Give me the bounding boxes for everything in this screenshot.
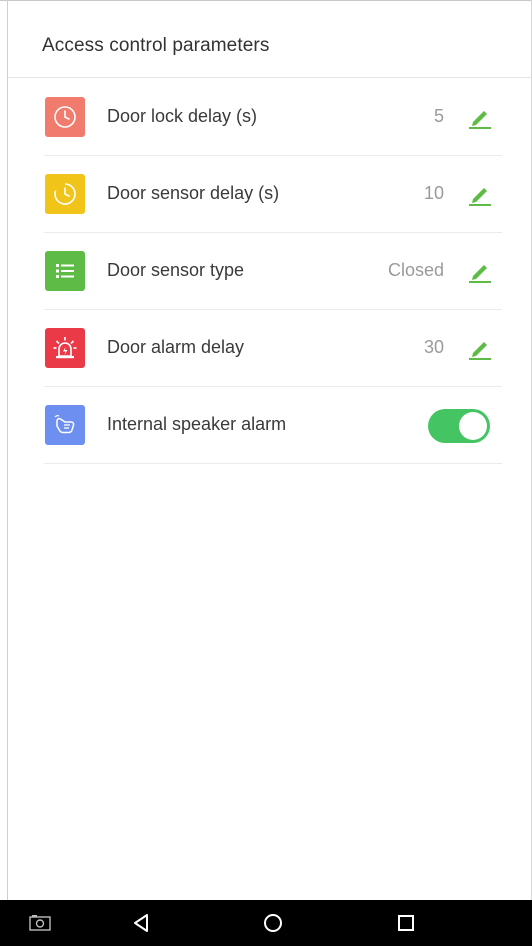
setting-label: Internal speaker alarm	[107, 414, 287, 434]
setting-row-door-sensor-delay[interactable]: Door sensor delay (s) 10	[44, 156, 502, 233]
setting-row-door-sensor-type[interactable]: Door sensor type Closed	[44, 233, 502, 310]
back-icon[interactable]	[111, 900, 171, 946]
setting-label: Door alarm delay	[107, 337, 245, 357]
home-icon[interactable]	[243, 900, 303, 946]
edit-pencil-icon[interactable]	[466, 103, 494, 131]
system-navigation-bar	[0, 900, 532, 946]
clock-icon	[45, 174, 85, 214]
setting-value: 5	[433, 106, 444, 126]
setting-row-door-alarm-delay[interactable]: Door alarm delay 30	[44, 310, 502, 387]
screenshot-icon[interactable]	[10, 900, 70, 946]
setting-label: Door lock delay (s)	[107, 106, 258, 126]
toggle-knob	[459, 412, 487, 440]
page-title: Access control parameters	[42, 35, 270, 56]
setting-value: Closed	[387, 260, 444, 280]
hand-icon	[45, 405, 85, 445]
recents-icon[interactable]	[376, 900, 436, 946]
setting-value: 10	[423, 183, 444, 203]
speaker-alarm-toggle[interactable]	[428, 409, 490, 443]
clock-icon	[45, 97, 85, 137]
screen: Access control parameters Door lock dela…	[0, 0, 532, 946]
edit-pencil-icon[interactable]	[466, 257, 494, 285]
header: Access control parameters	[8, 1, 531, 78]
setting-row-internal-speaker-alarm: Internal speaker alarm	[44, 387, 502, 464]
alarm-light-icon	[45, 328, 85, 368]
setting-label: Door sensor delay (s)	[107, 183, 280, 203]
setting-label: Door sensor type	[107, 260, 245, 280]
list-icon	[45, 251, 85, 291]
frame-border	[7, 0, 8, 900]
setting-value: 30	[423, 337, 444, 357]
setting-row-door-lock-delay[interactable]: Door lock delay (s) 5	[44, 79, 502, 156]
settings-list: Door lock delay (s) 5 Door sensor delay …	[44, 79, 502, 464]
edit-pencil-icon[interactable]	[466, 180, 494, 208]
edit-pencil-icon[interactable]	[466, 334, 494, 362]
